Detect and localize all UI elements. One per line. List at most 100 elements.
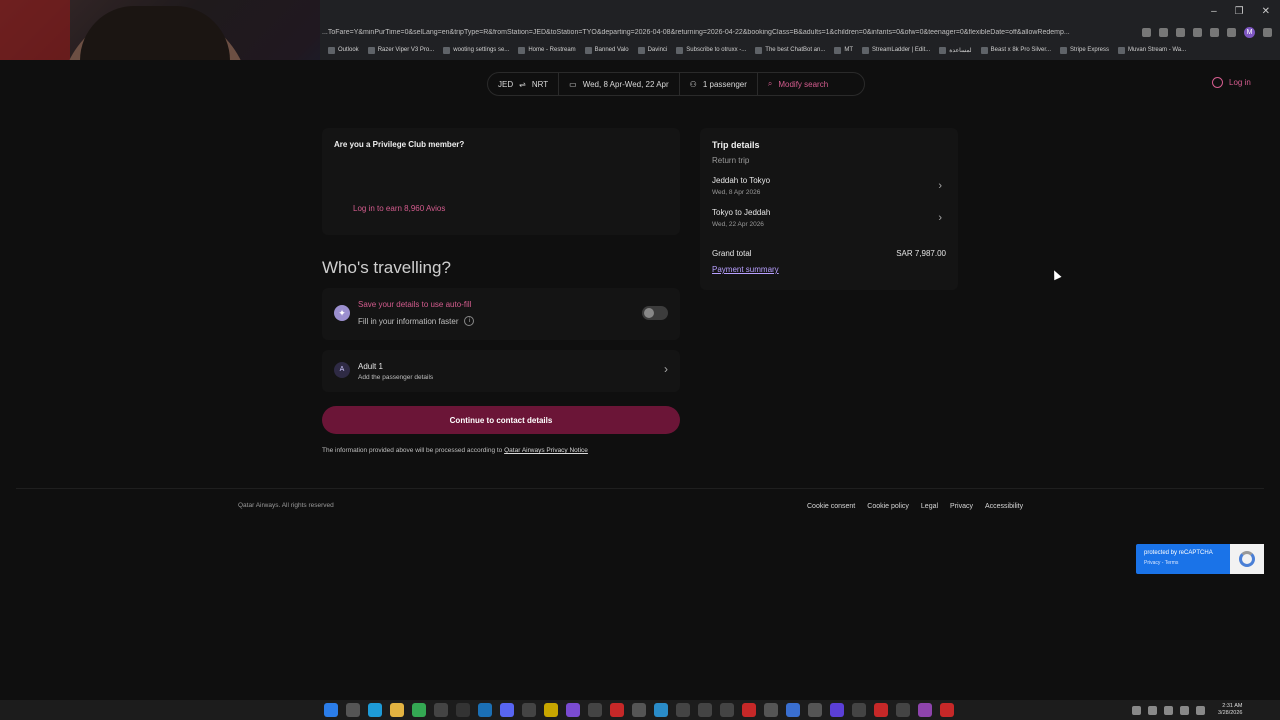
bookmark-item[interactable]: Subscribe to otruxx -... (676, 46, 747, 54)
app-icon[interactable] (456, 703, 470, 717)
trip-leg-return[interactable]: Tokyo to Jeddah Wed, 22 Apr 2026 › (712, 208, 946, 234)
bookmark-favicon-icon (862, 46, 870, 54)
footer-link-accessibility[interactable]: Accessibility (985, 503, 1023, 510)
bookmark-item[interactable]: Home - Restream (518, 46, 576, 54)
autofill-card: ✦ Save your details to use auto-fill Fil… (322, 288, 680, 340)
passengers-segment[interactable]: ⚇ 1 passenger (680, 73, 758, 95)
continue-button[interactable]: Continue to contact details (322, 406, 680, 434)
network-icon[interactable] (1180, 705, 1189, 715)
route-segment[interactable]: JED ⇌ NRT (488, 73, 560, 95)
extension-icon[interactable] (1159, 27, 1168, 37)
extension-icons: M (1134, 26, 1280, 38)
close-icon[interactable]: ✕ (1262, 6, 1270, 17)
payment-summary-link[interactable]: Payment summary (712, 265, 779, 274)
extension-icon[interactable] (1176, 27, 1185, 37)
dates-segment[interactable]: ▭ Wed, 8 Apr-Wed, 22 Apr (559, 73, 680, 95)
bookmark-item[interactable]: Muvan Stream - Wa... (1118, 46, 1187, 54)
recaptcha-links[interactable]: Privacy - Terms (1144, 560, 1178, 566)
menu-dots-icon[interactable] (1263, 27, 1272, 37)
maximize-icon[interactable]: ❐ (1235, 6, 1244, 17)
tray-app-icon[interactable] (1148, 705, 1157, 715)
app-icon[interactable] (742, 703, 756, 717)
app-icon[interactable] (544, 703, 558, 717)
chevron-up-icon[interactable] (1132, 705, 1141, 715)
bookmark-item[interactable]: Davinci (637, 46, 667, 54)
notepad-icon[interactable] (786, 703, 800, 717)
app-icon[interactable] (632, 703, 646, 717)
footer-link-cookie-consent[interactable]: Cookie consent (807, 503, 855, 510)
app-icon[interactable] (830, 703, 844, 717)
address-bar[interactable]: ...ToFare=Y&minPurTime=0&selLang=en&trip… (320, 29, 1134, 36)
bookmark-label: Subscribe to otruxx -... (686, 47, 747, 53)
edge-icon[interactable] (368, 703, 382, 717)
app-icon[interactable] (720, 703, 734, 717)
app-icon[interactable] (940, 703, 954, 717)
volume-icon[interactable] (1196, 705, 1205, 715)
copyright: Qatar Airways. All rights reserved (238, 502, 334, 509)
bookmark-item[interactable]: Beast x 8k Pro Silver... (980, 46, 1051, 54)
trip-details-card: Trip details Return trip Jeddah to Tokyo… (700, 128, 958, 290)
trip-type: Return trip (712, 156, 750, 165)
app-icon[interactable] (918, 703, 932, 717)
app-icon[interactable] (588, 703, 602, 717)
app-icon[interactable] (566, 703, 580, 717)
app-icon[interactable] (522, 703, 536, 717)
bookmark-item[interactable]: لمساعدة (939, 46, 972, 54)
footer-link-privacy[interactable]: Privacy (950, 503, 973, 510)
bookmark-favicon-icon (1060, 46, 1067, 54)
booking-page: JED ⇌ NRT ▭ Wed, 8 Apr-Wed, 22 Apr ⚇ 1 p… (0, 60, 1280, 700)
extensions-puzzle-icon[interactable] (1227, 27, 1236, 37)
bookmark-item[interactable]: Stripe Express (1060, 46, 1109, 54)
bookmark-item[interactable]: wooting settings se... (443, 46, 509, 54)
footer-link-legal[interactable]: Legal (921, 503, 938, 510)
clock[interactable]: 2:31 AM 3/28/2026 (1218, 703, 1242, 717)
app-icon[interactable] (434, 703, 448, 717)
adult-passenger-row[interactable]: A Adult 1 Add the passenger details › (322, 350, 680, 392)
bookmark-item[interactable]: MT (834, 46, 853, 54)
extension-icon[interactable] (1193, 27, 1202, 37)
settings-icon[interactable] (764, 703, 778, 717)
footer-link-cookie-policy[interactable]: Cookie policy (867, 503, 909, 510)
app-icon[interactable] (698, 703, 712, 717)
bookmark-item[interactable]: StreamLadder | Edit... (862, 46, 931, 54)
privilege-club-card: Are you a Privilege Club member? Log in … (322, 128, 680, 235)
app-icon[interactable] (852, 703, 866, 717)
bookmark-star-icon[interactable] (1142, 27, 1151, 37)
privacy-notice-link[interactable]: Qatar Airways Privacy Notice (504, 447, 588, 454)
leg-route: Tokyo to Jeddah (712, 208, 771, 217)
microphone-icon[interactable] (1164, 705, 1173, 715)
bookmark-item[interactable]: Banned Valo (584, 46, 629, 54)
profile-avatar[interactable]: M (1244, 26, 1255, 38)
info-icon[interactable]: i (464, 316, 475, 326)
file-explorer-icon[interactable] (390, 703, 404, 717)
toggle-knob (644, 308, 654, 318)
extension-icon[interactable] (1210, 27, 1219, 37)
trip-leg-outbound[interactable]: Jeddah to Tokyo Wed, 8 Apr 2026 › (712, 176, 946, 202)
recaptcha-badge[interactable]: protected by reCAPTCHA Privacy - Terms (1136, 544, 1264, 574)
autofill-toggle[interactable] (642, 306, 668, 320)
chrome-icon[interactable] (412, 703, 426, 717)
discord-icon[interactable] (500, 703, 514, 717)
modify-search-button[interactable]: ⌕ Modify search (758, 73, 838, 95)
login-button[interactable]: Log in (1212, 77, 1251, 88)
bookmark-item[interactable]: Outlook (328, 46, 359, 54)
app-icon[interactable] (808, 703, 822, 717)
bookmark-item[interactable]: The best ChatBot an... (755, 46, 825, 54)
app-icon[interactable] (654, 703, 668, 717)
app-icon[interactable] (896, 703, 910, 717)
bookmark-item[interactable]: Razer Viper V3 Pro... (367, 46, 434, 54)
app-icon[interactable] (610, 703, 624, 717)
bookmark-label: Muvan Stream - Wa... (1128, 47, 1187, 53)
privilege-login-link[interactable]: Log in to earn 8,960 Avios (353, 204, 445, 213)
app-icon[interactable] (676, 703, 690, 717)
windows-start-icon[interactable] (324, 703, 338, 717)
bookmark-favicon-icon (1118, 46, 1126, 54)
app-icon[interactable] (874, 703, 888, 717)
search-icon[interactable] (346, 703, 360, 717)
minimize-icon[interactable]: – (1211, 6, 1217, 17)
adult-subtitle: Add the passenger details (358, 374, 434, 381)
leg-route: Jeddah to Tokyo (712, 176, 771, 185)
search-summary-bar[interactable]: JED ⇌ NRT ▭ Wed, 8 Apr-Wed, 22 Apr ⚇ 1 p… (487, 72, 865, 96)
steam-icon[interactable] (478, 703, 492, 717)
bookmark-label: StreamLadder | Edit... (872, 47, 931, 53)
